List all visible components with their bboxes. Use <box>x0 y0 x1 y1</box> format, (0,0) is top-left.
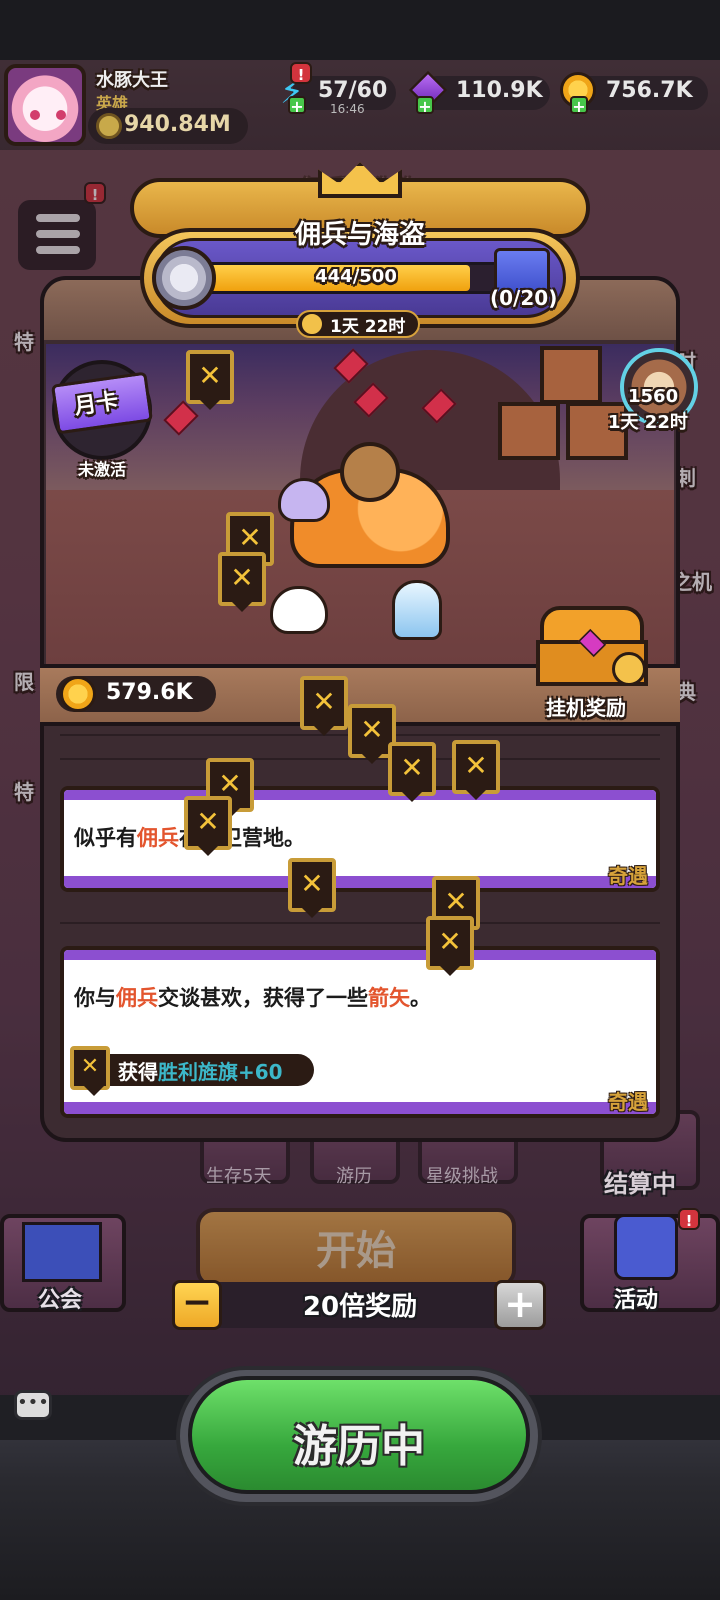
victory-flag-icon: ✕ <box>184 796 232 850</box>
energy-plus-icon[interactable]: + <box>288 96 306 116</box>
capybara-rider <box>340 442 400 502</box>
treasure-chest-icon[interactable] <box>532 596 652 688</box>
king-slime-pet <box>278 478 330 522</box>
victory-flag-icon: ✕ <box>452 740 500 794</box>
divider <box>60 922 660 924</box>
victory-flag-icon: ✕ <box>388 742 436 796</box>
alert-badge-icon: ! <box>290 62 312 84</box>
power-icon <box>96 113 122 139</box>
event-tag: 奇遇 <box>608 1090 648 1114</box>
power-value: 940.84M <box>124 112 231 137</box>
victory-flag-icon: ✕ <box>288 858 336 912</box>
player-avatar[interactable] <box>4 64 86 146</box>
gift-count: (0/20) <box>490 286 558 310</box>
energy-timer: 16:46 <box>330 102 365 116</box>
crown-icon <box>318 150 402 198</box>
progress-text: 444/500 <box>315 266 397 287</box>
coin-icon <box>60 676 96 712</box>
event-card: 似乎有佣兵在守卫营地。 奇遇 <box>60 786 660 892</box>
event-card: 你与佣兵交谈甚欢，获得了一些箭矢。 奇遇 <box>60 946 660 1118</box>
plus-button[interactable]: + <box>494 1280 546 1330</box>
multiplier-text: 20倍奖励 <box>302 1292 418 1322</box>
nav-travel-label: 游历 <box>336 1166 372 1187</box>
gem-value: 110.9K <box>456 78 543 103</box>
energy-value: 57/60 <box>318 78 388 103</box>
crown-banner-icon <box>22 1222 102 1282</box>
nav-activity-label: 活动 <box>614 1288 659 1313</box>
divider <box>60 758 660 760</box>
victory-flag-icon: ✕ <box>426 916 474 970</box>
crown-shield-icon <box>614 1214 678 1280</box>
traveling-label: 游历中 <box>293 1421 425 1472</box>
victory-flag-icon: ✕ <box>186 350 234 404</box>
nav-guild-label: 公会 <box>38 1288 83 1313</box>
event-text: 你与佣兵交谈甚欢，获得了一些箭矢。 <box>74 986 431 1010</box>
nav-star-challenge-label: 星级挑战 <box>426 1166 498 1187</box>
victory-flag-icon: ✕ <box>300 676 348 730</box>
idle-reward-label[interactable]: 挂机奖励 <box>546 692 626 721</box>
victory-flag-icon: ✕ <box>218 552 266 606</box>
stopwatch-icon <box>300 312 324 336</box>
month-card-label: 月卡 <box>72 389 120 420</box>
victory-flag-icon: ✕ <box>70 1046 110 1090</box>
medal-icon <box>152 246 216 310</box>
player-name: 水豚大王 <box>96 70 168 91</box>
ice-spirit-pet <box>392 580 442 640</box>
gold-value: 756.7K <box>606 78 693 103</box>
chat-icon[interactable]: ••• <box>14 1390 52 1420</box>
stone-count: 1560 <box>628 386 679 407</box>
reward-text: 获得胜利旌旗+60 <box>118 1060 283 1084</box>
event-timer: 1天 22时 <box>330 317 406 337</box>
stone-timer: 1天 22时 <box>608 412 688 433</box>
event-tag: 奇遇 <box>608 864 648 888</box>
crate-icon <box>498 402 560 460</box>
unicorn-slime-pet <box>270 586 328 634</box>
activity-badge-icon: ! <box>678 1208 700 1230</box>
event-title: 佣兵与海盗 <box>294 220 425 250</box>
nav-settling-label: 结算中 <box>604 1170 676 1198</box>
start-label: 开始 <box>316 1228 396 1274</box>
month-card-status: 未激活 <box>78 460 127 479</box>
crate-icon <box>540 346 602 404</box>
status-bar <box>0 0 720 60</box>
gold-plus-icon[interactable]: + <box>570 96 588 116</box>
gem-plus-icon[interactable]: + <box>416 96 434 116</box>
nav-survive-label: 生存5天 <box>206 1166 272 1187</box>
minus-button[interactable]: − <box>172 1280 222 1330</box>
coin-value: 579.6K <box>106 680 193 705</box>
